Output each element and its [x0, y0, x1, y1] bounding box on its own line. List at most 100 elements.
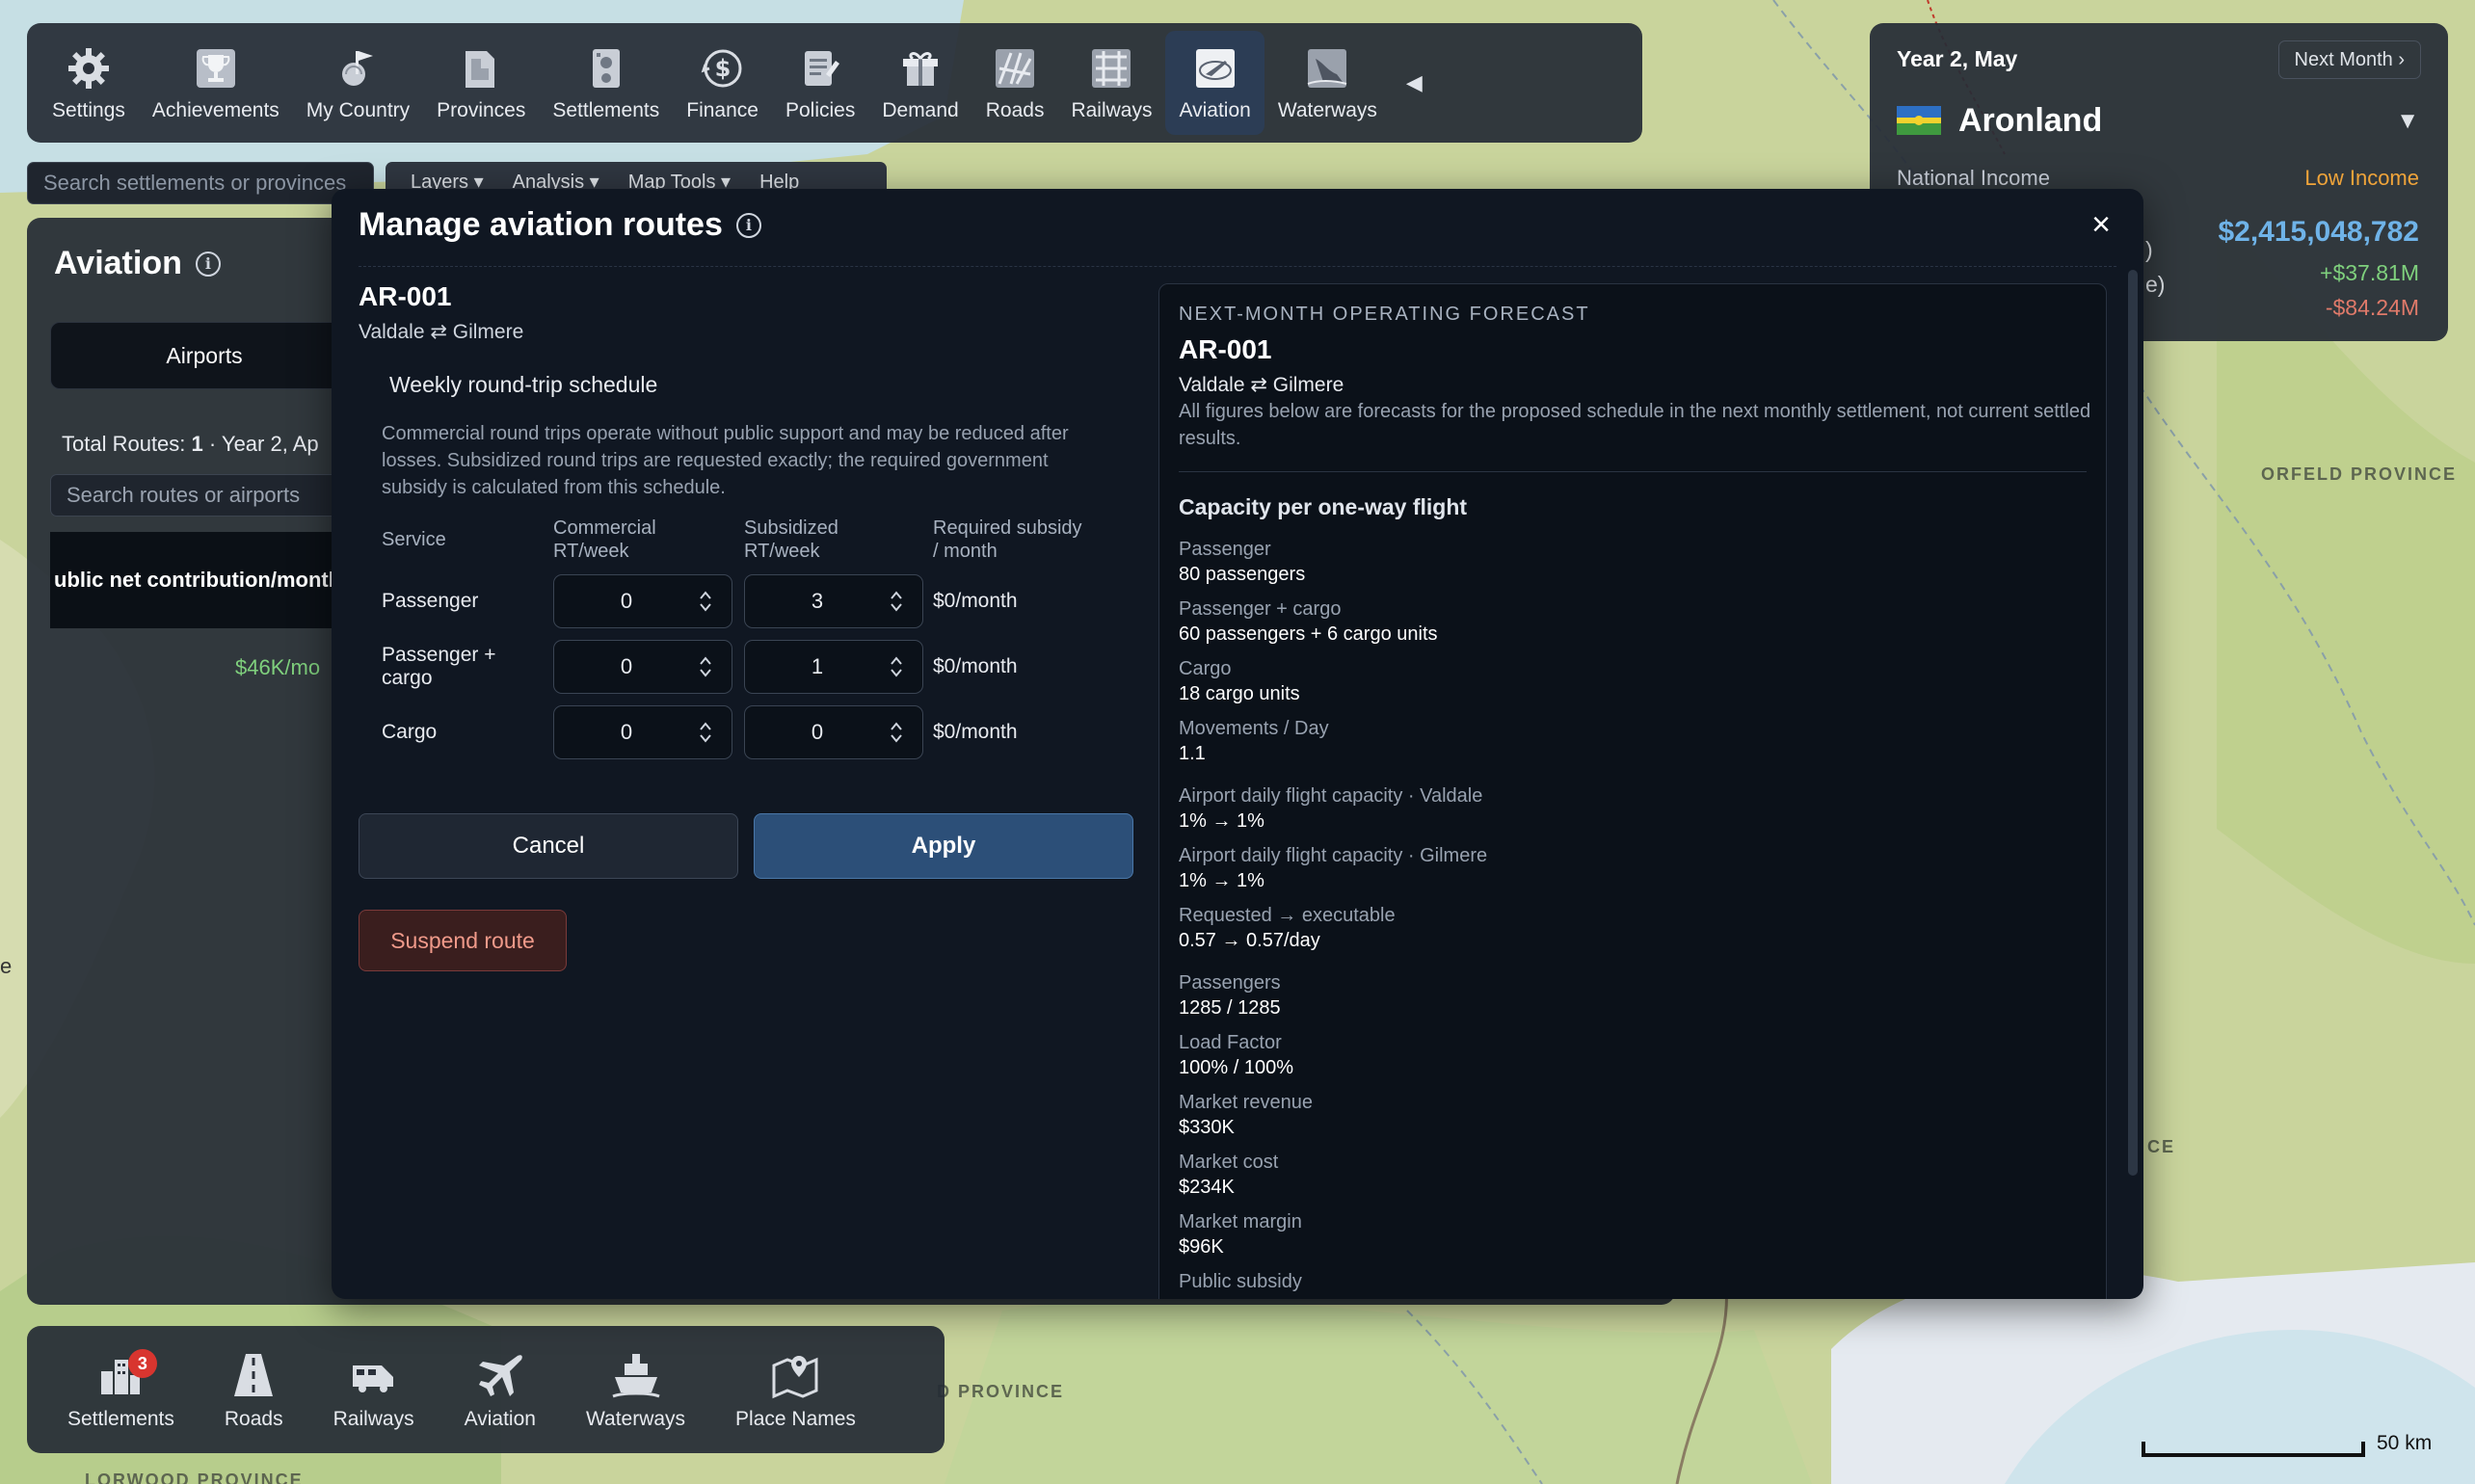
stepper-arrows-icon[interactable]	[890, 720, 903, 745]
route-search-input[interactable]: Search routes or airports	[50, 474, 368, 517]
metric-cargo: Cargo 18 cargo units	[1179, 656, 1300, 706]
layer-waterways[interactable]: Waterways	[561, 1336, 710, 1444]
notification-badge: 3	[127, 1349, 157, 1378]
railways-icon	[1086, 43, 1136, 93]
layer-settlements[interactable]: Settlements 3	[42, 1336, 200, 1444]
subsidized-cargo-stepper[interactable]: 0	[744, 705, 923, 759]
income-value: $2,415,048,782	[2218, 216, 2419, 248]
metric-value: 100% / 100%	[1179, 1057, 1293, 1078]
panel-title-text: Aviation	[54, 245, 182, 281]
map-pin-icon	[768, 1348, 822, 1402]
metric-label: Load Factor	[1179, 1032, 1282, 1053]
cancel-button[interactable]: Cancel	[359, 813, 738, 879]
nav-settlements[interactable]: Settlements	[539, 31, 673, 135]
layer-roads[interactable]: Roads	[200, 1336, 308, 1444]
total-routes: Total Routes: 1 · Year 2, Ap	[62, 432, 319, 457]
nav-label: Roads	[985, 99, 1045, 121]
schedule-title: Weekly round-trip schedule	[389, 372, 658, 397]
metric-requested-executable: Requested → executable 0.57 → 0.57/day	[1179, 903, 1396, 953]
nav-provinces[interactable]: Provinces	[423, 31, 539, 135]
scrollbar[interactable]	[2128, 270, 2138, 1176]
col-header-service: Service	[382, 529, 446, 550]
total-routes-prefix: Total Routes:	[62, 432, 192, 456]
col-header-required-subsidy: Required subsidy / month	[933, 517, 1082, 563]
top-navigation: Settings Achievements My Country Provinc…	[27, 23, 1642, 143]
apply-button[interactable]: Apply	[754, 813, 1133, 879]
subsidized-passenger-stepper[interactable]: 3	[744, 574, 923, 628]
train-icon	[347, 1348, 401, 1402]
nav-demand[interactable]: Demand	[868, 31, 971, 135]
subsidized-passenger-cargo-stepper[interactable]: 1	[744, 640, 923, 694]
nav-railways[interactable]: Railways	[1057, 31, 1165, 135]
service-label-passenger-cargo: Passenger + cargo	[382, 644, 496, 690]
table-header-contribution[interactable]: ublic net contribution/month	[50, 532, 368, 628]
country-flag-icon	[1897, 106, 1941, 135]
layer-label: Place Names	[735, 1408, 856, 1430]
country-panel-fragment: )	[2145, 237, 2153, 262]
metric-capacity-valdale: Airport daily flight capacity · Valdale 1…	[1179, 783, 1482, 834]
nav-finance[interactable]: $ Finance	[673, 31, 772, 135]
layer-place-names[interactable]: Place Names	[710, 1336, 881, 1444]
roads-icon	[990, 43, 1040, 93]
nav-settings[interactable]: Settings	[39, 31, 139, 135]
layer-railways[interactable]: Railways	[308, 1336, 439, 1444]
commercial-passenger-cargo-stepper[interactable]: 0	[553, 640, 732, 694]
metric-label: Market margin	[1179, 1211, 1302, 1232]
close-icon[interactable]: ×	[2091, 208, 2111, 241]
layer-aviation[interactable]: Aviation	[439, 1336, 561, 1444]
nav-label: Policies	[785, 99, 856, 121]
divider	[1179, 471, 2087, 472]
nav-achievements[interactable]: Achievements	[139, 31, 293, 135]
suspend-route-button[interactable]: Suspend route	[359, 910, 567, 971]
nav-roads[interactable]: Roads	[972, 31, 1058, 135]
commercial-cargo-stepper[interactable]: 0	[553, 705, 732, 759]
settlements-icon	[581, 43, 631, 93]
nav-my-country[interactable]: My Country	[293, 31, 423, 135]
stepper-arrows-icon[interactable]	[699, 589, 712, 614]
nav-label: Settlements	[552, 99, 660, 121]
route-contribution-value: $46K/mo	[235, 655, 321, 679]
nav-aviation[interactable]: Aviation	[1165, 31, 1264, 135]
metric-label: Market revenue	[1179, 1092, 1313, 1113]
metric-market-cost: Market cost $234K	[1179, 1150, 1278, 1200]
forecast-route-endpoints: Valdale ⇄ Gilmere	[1179, 374, 1344, 396]
divider	[359, 266, 2116, 267]
nav-policies[interactable]: Policies	[772, 31, 868, 135]
info-icon[interactable]: i	[735, 212, 761, 238]
nav-label: My Country	[306, 99, 411, 121]
next-month-button[interactable]: Next Month ›	[2277, 40, 2421, 79]
global-search-input[interactable]: Search settlements or provinces	[27, 162, 374, 204]
tab-airports[interactable]: Airports	[50, 322, 359, 389]
waterways-icon	[1302, 43, 1352, 93]
route-endpoints: Valdale ⇄ Gilmere	[359, 321, 524, 343]
metric-value: $234K	[1179, 1177, 1235, 1198]
country-dropdown-icon[interactable]: ▼	[2396, 108, 2419, 135]
layer-label: Waterways	[585, 1408, 686, 1430]
bottom-navigation: Settlements 3 Roads Railways Aviation Wa…	[27, 1326, 945, 1453]
nav-label: Achievements	[151, 99, 279, 121]
stepper-arrows-icon[interactable]	[699, 654, 712, 679]
metric-label: Passenger	[1179, 539, 1271, 560]
scale-bar	[2142, 1442, 2365, 1457]
scale-label: 50 km	[2377, 1432, 2433, 1454]
metric-value: 1% → 1%	[1179, 870, 1264, 891]
map-label-lorwood: LORWOOD PROVINCE	[85, 1471, 304, 1484]
info-icon[interactable]: i	[195, 251, 221, 277]
stepper-arrows-icon[interactable]	[890, 654, 903, 679]
stepper-value: 0	[620, 589, 633, 613]
forecast-note: All figures below are forecasts for the …	[1179, 401, 2091, 449]
collapse-nav-icon[interactable]: ◀	[1406, 70, 1423, 95]
commercial-passenger-stepper[interactable]: 0	[553, 574, 732, 628]
nav-label: Settings	[52, 99, 125, 121]
nav-waterways[interactable]: Waterways	[1264, 31, 1391, 135]
map-label-province: D PROVINCE	[937, 1382, 1065, 1401]
stepper-arrows-icon[interactable]	[890, 589, 903, 614]
required-subsidy-passenger: $0/month	[933, 590, 1018, 612]
trophy-icon	[191, 43, 241, 93]
policies-icon	[795, 43, 845, 93]
metric-label: Passenger + cargo	[1179, 598, 1342, 620]
metric-label: Passengers	[1179, 972, 1281, 994]
stepper-arrows-icon[interactable]	[699, 720, 712, 745]
income-class: Low Income	[2304, 166, 2419, 190]
road-icon	[226, 1348, 280, 1402]
